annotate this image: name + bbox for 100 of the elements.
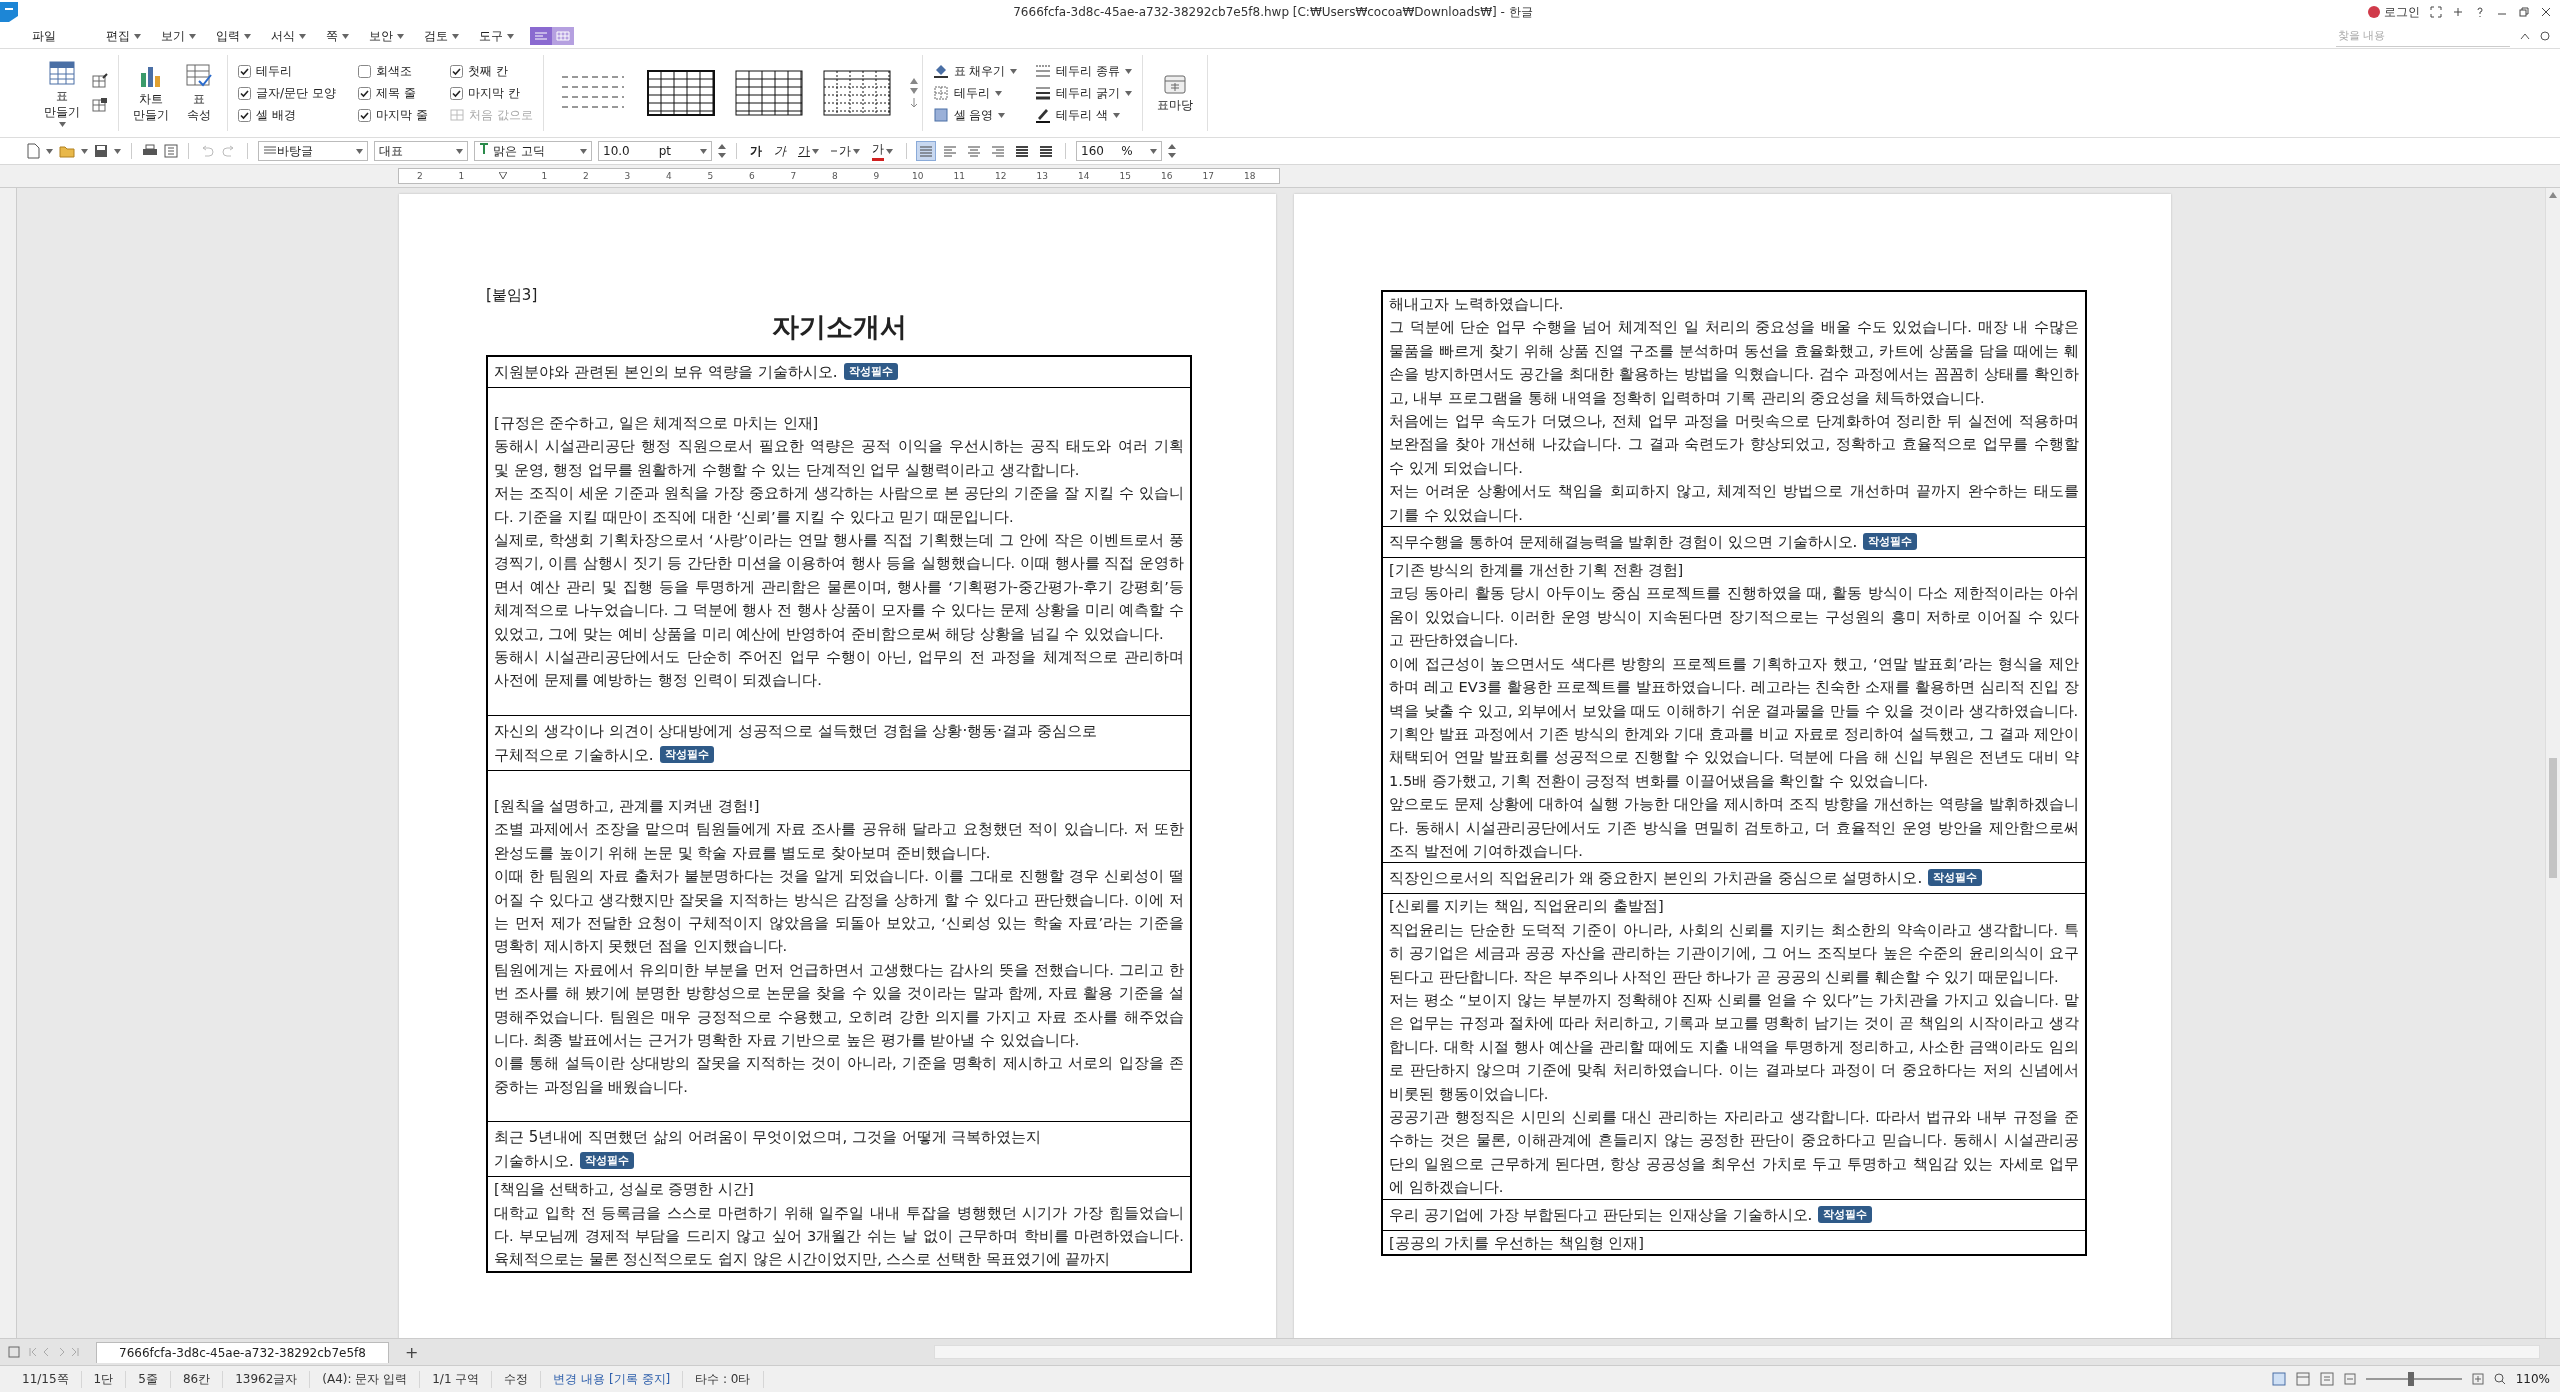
- grid-icon: [556, 31, 570, 41]
- magnifier-icon[interactable]: [2493, 1373, 2506, 1385]
- close-icon[interactable]: [2540, 6, 2552, 18]
- question-text: 최근 5년내에 직면했던 삶의 어려움이 무엇이었으며, 그것을 어떻게 극복하였는지: [494, 1128, 1042, 1147]
- line-style-icon: [1035, 63, 1052, 79]
- bold-button[interactable]: 가: [747, 142, 765, 160]
- table-option-checkbox[interactable]: 제목 줄: [357, 84, 428, 102]
- track-changes-link[interactable]: 변경 내용 [기록 중지]: [541, 1370, 684, 1388]
- print-icon[interactable]: [142, 144, 158, 158]
- login-link[interactable]: 로그인: [2384, 3, 2420, 21]
- table-tool-button[interactable]: 셀 음영: [932, 106, 1018, 124]
- menu-item[interactable]: 편집: [96, 27, 151, 45]
- answer-paragraph: 앞으로도 문제 상황에 대하여 실행 가능한 대안을 제시하며 조직 방향을 개선하는 역량을 발휘하겠습니다. 동해시 시설관리공단에서도 기존 방식을 면밀히 검토하고, 더 효율적인 운영 방안을 제안함으로써 조직 발전에 기여하겠습니다.: [1389, 794, 2079, 861]
- fullscreen-icon[interactable]: [2430, 6, 2442, 18]
- menu-item[interactable]: 보기: [151, 27, 206, 45]
- scroll-down-icon[interactable]: [909, 88, 918, 94]
- table-style-thumbnail[interactable]: [821, 69, 892, 117]
- table-option-checkbox[interactable]: 첫째 칸: [449, 62, 533, 80]
- outline-view-icon[interactable]: [2319, 1372, 2334, 1386]
- new-document-icon[interactable]: [26, 143, 40, 159]
- zoom-slider-thumb[interactable]: [2407, 1372, 2414, 1386]
- spin-icon[interactable]: [718, 143, 726, 159]
- table-properties-button[interactable]: 표 속성: [181, 59, 217, 127]
- preview-icon[interactable]: [164, 144, 178, 158]
- table-erase-icon[interactable]: [92, 97, 108, 113]
- zoom-field[interactable]: 160 %: [1076, 141, 1162, 161]
- answer-paragraph: 동해시 시설관리공단에서도 단순히 주어진 업무 수행이 아닌, 업무의 전 과정을 체계적으로 관리하며 사전에 문제를 예방하는 행정 인력이 되겠습니다.: [494, 647, 1184, 691]
- caret-icon: [1125, 68, 1133, 74]
- menu-item[interactable]: 검토: [414, 27, 469, 45]
- font-size-field[interactable]: 10.0 pt: [598, 141, 712, 161]
- table-style-thumbnail[interactable]: [733, 69, 804, 117]
- zoom-out-icon[interactable]: [2343, 1373, 2356, 1385]
- answer-paragraph: 공공기관 행정직은 시민의 신뢰를 대신 관리하는 자리라고 생각합니다. 따라서 법규와 내부 규정을 준수하는 것은 물론, 이해관계에 흔들리지 않는 공정한 판단이 중요하다고 믿습니다. 동해시 시설관리공단의 일원으로 근무하게 된다면, 항상 공공성을 최우선 가치로 두고 투명하고 책임감 있는 자세로 업무에 임하겠습니다.: [1389, 1107, 2079, 1198]
- view-mode-button[interactable]: [530, 27, 552, 45]
- horizontal-scrollbar[interactable]: [934, 1345, 2540, 1359]
- table-tool-button[interactable]: 표 채우기: [932, 62, 1018, 80]
- table-check-icon: [185, 63, 213, 89]
- table-create-button[interactable]: 표 만들기: [40, 55, 84, 131]
- table-tool-button[interactable]: 테두리: [932, 84, 1018, 102]
- table-option-checkbox[interactable]: 글자/문단 모양: [238, 84, 336, 102]
- table-tool-button[interactable]: 테두리 굵기: [1035, 84, 1133, 102]
- menu-item[interactable]: 보안: [359, 27, 414, 45]
- ruler-number: 4: [664, 171, 673, 181]
- table-tool-button[interactable]: 테두리 종류: [1035, 62, 1133, 80]
- question-text: 기술하시오.: [494, 1152, 574, 1171]
- chart-button[interactable]: 차트 만들기: [129, 59, 173, 127]
- collapse-icon[interactable]: [2520, 32, 2530, 40]
- open-folder-icon[interactable]: [59, 144, 75, 158]
- web-view-icon[interactable]: [2295, 1372, 2310, 1386]
- shading-icon: [932, 107, 949, 123]
- list-icon: [263, 144, 277, 155]
- menu-item[interactable]: 입력: [206, 27, 261, 45]
- status-text: (A4): 문자 입력: [310, 1370, 421, 1388]
- scroll-up-icon[interactable]: [909, 78, 918, 84]
- menu-item[interactable]: 도구: [469, 27, 524, 45]
- ruler-number: 18: [1243, 171, 1257, 181]
- zoom-in-icon[interactable]: [2471, 1373, 2484, 1385]
- search-field[interactable]: 찾을 내용: [2336, 25, 2510, 47]
- italic-button[interactable]: 가: [771, 142, 789, 160]
- table-option-checkbox[interactable]: 테두리: [238, 62, 336, 80]
- expand-icon[interactable]: [909, 98, 918, 108]
- table-gallery-button[interactable]: 표마당: [1153, 69, 1198, 117]
- strikethrough-button[interactable]: 가: [828, 142, 863, 160]
- question-text: 구체적으로 기술하시오.: [494, 745, 654, 764]
- language-dropdown[interactable]: 대표: [374, 141, 468, 161]
- spin-icon[interactable]: [1168, 143, 1176, 159]
- align-lines-icon: [919, 145, 933, 157]
- required-badge: 작성필수: [843, 363, 898, 380]
- table-option-checkbox[interactable]: 마지막 칸: [449, 84, 533, 102]
- table-option-checkbox[interactable]: 셀 배경: [238, 106, 336, 124]
- menu-item[interactable]: 서식: [261, 27, 316, 45]
- table-option-checkbox[interactable]: 회색조: [357, 62, 428, 80]
- ruler-number: 10: [911, 171, 925, 181]
- align-justify-button[interactable]: [917, 142, 935, 160]
- indent-marker-icon[interactable]: [498, 172, 507, 180]
- font-color-button[interactable]: 가: [869, 141, 896, 161]
- table-option-checkbox[interactable]: 마지막 줄: [357, 106, 428, 124]
- underline-button[interactable]: 가: [795, 142, 822, 160]
- document-tab[interactable]: 7666fcfa-3d8c-45ae-a732-38292cb7e5f8: [96, 1341, 389, 1363]
- question-text: 자신의 생각이나 의견이 상대방에게 성공적으로 설득했던 경험을 상황·행동·결과 중심으로: [494, 721, 1097, 740]
- caret-icon: [1113, 112, 1121, 118]
- ruler-number: 8: [830, 171, 839, 181]
- scrollbar-thumb[interactable]: [2549, 758, 2557, 878]
- table-tool-button[interactable]: 테두리 색: [1035, 106, 1133, 124]
- save-icon[interactable]: [94, 144, 108, 158]
- table-style-thumbnail[interactable]: [645, 69, 716, 117]
- page-icon[interactable]: [8, 1346, 20, 1358]
- font-dropdown[interactable]: 맑은 고딕: [474, 141, 592, 161]
- table-icon: [48, 59, 76, 86]
- table-edit-icon[interactable]: [92, 73, 108, 89]
- menu-item[interactable]: 파일: [22, 27, 66, 45]
- page-view-icon[interactable]: [2271, 1372, 2286, 1386]
- add-tab-button[interactable]: +: [396, 1342, 427, 1362]
- horizontal-ruler[interactable]: 2 1 1 2 3 4 5 6 7 8 9 10 11 12 13 14 15 16 17 18: [398, 168, 1280, 184]
- ruler-number: 14: [1077, 171, 1091, 181]
- style-dropdown[interactable]: 바탕글: [258, 141, 368, 161]
- table-icon: [1163, 73, 1188, 95]
- scroll-up-icon[interactable]: [2549, 192, 2557, 198]
- menu-item[interactable]: 쪽: [316, 27, 359, 45]
- restore-icon[interactable]: [2518, 6, 2530, 18]
